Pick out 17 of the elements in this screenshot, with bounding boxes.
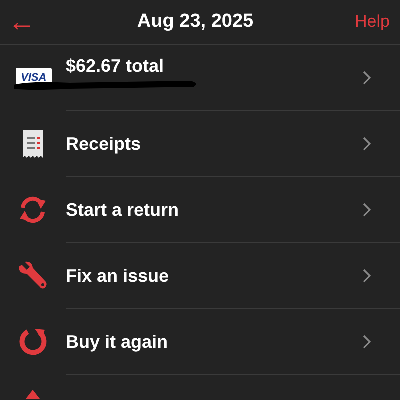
- menu-label: Buy it again: [66, 332, 168, 352]
- chevron-icon: [362, 202, 372, 218]
- reload-icon: [18, 327, 48, 357]
- date-title: Aug 23, 2025: [137, 11, 254, 33]
- chevron-icon: [362, 268, 372, 284]
- wrench-icon: [18, 261, 48, 291]
- menu-label: Fix an issue: [66, 266, 170, 286]
- help-link[interactable]: Help: [355, 12, 390, 32]
- chevron-icon: [362, 334, 372, 350]
- order-total: $62.67 total: [66, 56, 166, 76]
- menu-label: Receipts: [66, 134, 142, 154]
- refresh-icon: [17, 195, 49, 225]
- chevron-icon: [362, 70, 372, 86]
- warning-icon: [26, 390, 40, 399]
- chevron-icon: [362, 136, 372, 152]
- back-button[interactable]: ←: [8, 8, 36, 36]
- menu-label: Start a return: [66, 200, 180, 220]
